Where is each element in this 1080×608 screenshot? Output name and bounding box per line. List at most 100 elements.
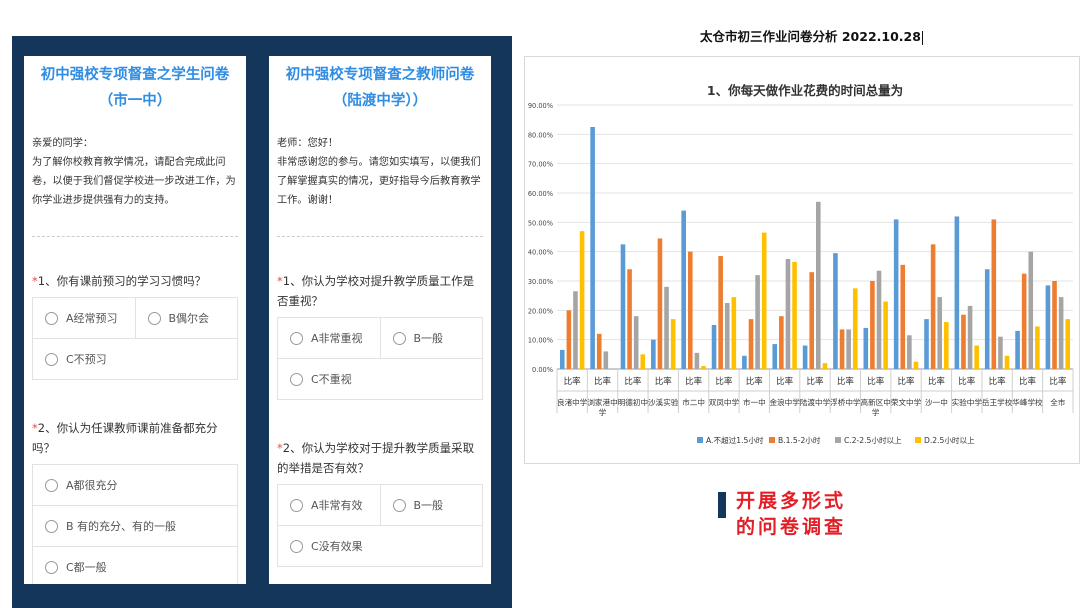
option-c[interactable]: C都一般 [33,547,237,584]
radio-icon[interactable] [290,372,303,386]
bar [984,269,990,369]
x-tick-label: 金浪中学 [769,397,800,407]
legend-label: C.2-2.5小时以上 [844,435,902,445]
student-intro-text: 为了解你校教育教学情况，请配合完成此问卷，以便于我们督促学校进一步改进工作，为你… [32,157,236,206]
x-tick-label: 学 [599,407,607,417]
option-label: C没有效果 [311,540,363,553]
series-group-label: 比率 [746,376,764,387]
option-label: C都一般 [66,561,107,574]
bar [627,269,632,369]
student-question-2: *2、你认为任课教师课前准备都充分吗？ [24,418,246,458]
bar [620,244,626,369]
option-label: A非常重视 [311,332,363,345]
radio-icon[interactable] [290,539,303,553]
x-tick-label: 沙溪实验 [648,397,679,407]
y-tick-label: 90.00% [528,102,553,110]
student-title-line2: （市一中） [98,93,172,109]
series-group-label: 比率 [685,376,703,387]
option-c[interactable]: C不重视 [278,359,482,399]
bar [1015,330,1020,369]
option-label: B偶尔会 [168,312,210,325]
teacher-question-2: *2、你认为学校对于提升教学质量采取的举措是否有效？ [269,438,491,478]
option-c[interactable]: C不预习 [33,339,237,379]
x-tick-label: 双凤中学 [709,397,740,407]
bar [670,319,676,369]
x-tick-label: 实验中学 [952,397,983,407]
callout-line1: 开展多形式 [736,490,847,512]
bar [718,256,723,369]
y-tick-label: 0.00% [532,366,553,374]
option-label: A都很充分 [66,479,118,492]
option-b[interactable]: B 有的充分、有的一般 [33,506,237,546]
bar [651,339,656,369]
x-tick-label: 华峰学校 [1012,397,1043,407]
y-tick-label: 80.00% [528,131,553,139]
series-group-label: 比率 [1019,376,1037,387]
option-label: C不预习 [66,353,107,366]
bar [785,259,791,369]
x-tick-label: 荣文中学 [891,397,922,407]
radio-icon[interactable] [45,478,58,492]
teacher-greeting: 老师：您好！ [277,138,339,149]
student-question-1: *1、你有课前预习的学习习惯吗？ [24,271,246,291]
legend-swatch [835,437,841,443]
callout-line2: 的问卷调查 [736,516,847,538]
callout-text: 开展多形式 的问卷调查 [736,488,846,540]
report-title-text: 太仓市初三作业问卷分析 2022.10.28 [700,29,921,44]
series-group-label: 比率 [655,376,673,387]
x-tick-label: 全市 [1050,397,1066,407]
option-a[interactable]: A经常预习 [33,298,135,338]
teacher-q1-options: A非常重视 B一般 C不重视 [277,317,483,400]
bar [640,354,646,369]
radio-icon[interactable] [45,519,58,533]
x-tick-label: 岳王学校 [982,397,1013,407]
bar [900,264,906,369]
bar [664,286,669,369]
bar [1058,297,1064,369]
bar [852,288,858,369]
x-tick-label: 市一中 [743,397,766,407]
option-a[interactable]: A非常有效 [278,485,380,525]
y-tick-label: 20.00% [528,307,553,315]
bar [944,322,949,369]
bar [974,345,979,369]
series-group-label: 比率 [776,376,794,387]
teacher-question-1: *1、你认为学校对提升教学质量工作是否重视？ [269,271,491,311]
option-a[interactable]: A非常重视 [278,318,380,358]
radio-icon[interactable] [290,498,303,512]
bar [731,297,737,369]
bar [822,363,828,369]
student-q2-options: A都很充分 B 有的充分、有的一般 C都一般 [32,464,238,584]
option-c[interactable]: C没有效果 [278,526,482,566]
y-tick-label: 60.00% [528,190,553,198]
radio-icon[interactable] [290,331,303,345]
series-group-label: 比率 [1049,376,1067,387]
bar [566,310,572,369]
option-label: A非常有效 [311,499,363,512]
divider [32,236,238,237]
radio-icon[interactable] [392,498,406,512]
radio-icon[interactable] [45,560,58,574]
option-b[interactable]: B一般 [379,318,483,358]
option-a[interactable]: A都很充分 [33,465,237,505]
bar [596,333,602,369]
bar [1028,251,1034,369]
radio-icon[interactable] [45,352,58,366]
bar [694,352,700,369]
survey-panel: 初中强校专项督查之学生问卷 （市一中） 亲爱的同学： 为了解你校教育教学情况，请… [12,36,512,608]
legend-swatch [915,437,921,443]
callout: 开展多形式 的问卷调查 [718,488,846,540]
radio-icon[interactable] [45,311,58,325]
x-tick-label: 浏家港中 [587,397,617,407]
teacher-title-line1: 初中强校专项督查之教师问卷 [285,67,475,83]
bar [748,319,754,369]
radio-icon[interactable] [147,311,161,325]
option-b[interactable]: B一般 [379,485,483,525]
option-b[interactable]: B偶尔会 [134,298,238,338]
question-text: 2、你认为学校对于提升教学质量采取的举措是否有效？ [277,441,475,475]
bar [701,366,706,369]
chart-title: 1、你每天做作业花费的时间总量为 [707,83,903,98]
bar [870,281,875,369]
radio-icon[interactable] [392,331,406,345]
x-tick-label: 学 [872,407,880,417]
